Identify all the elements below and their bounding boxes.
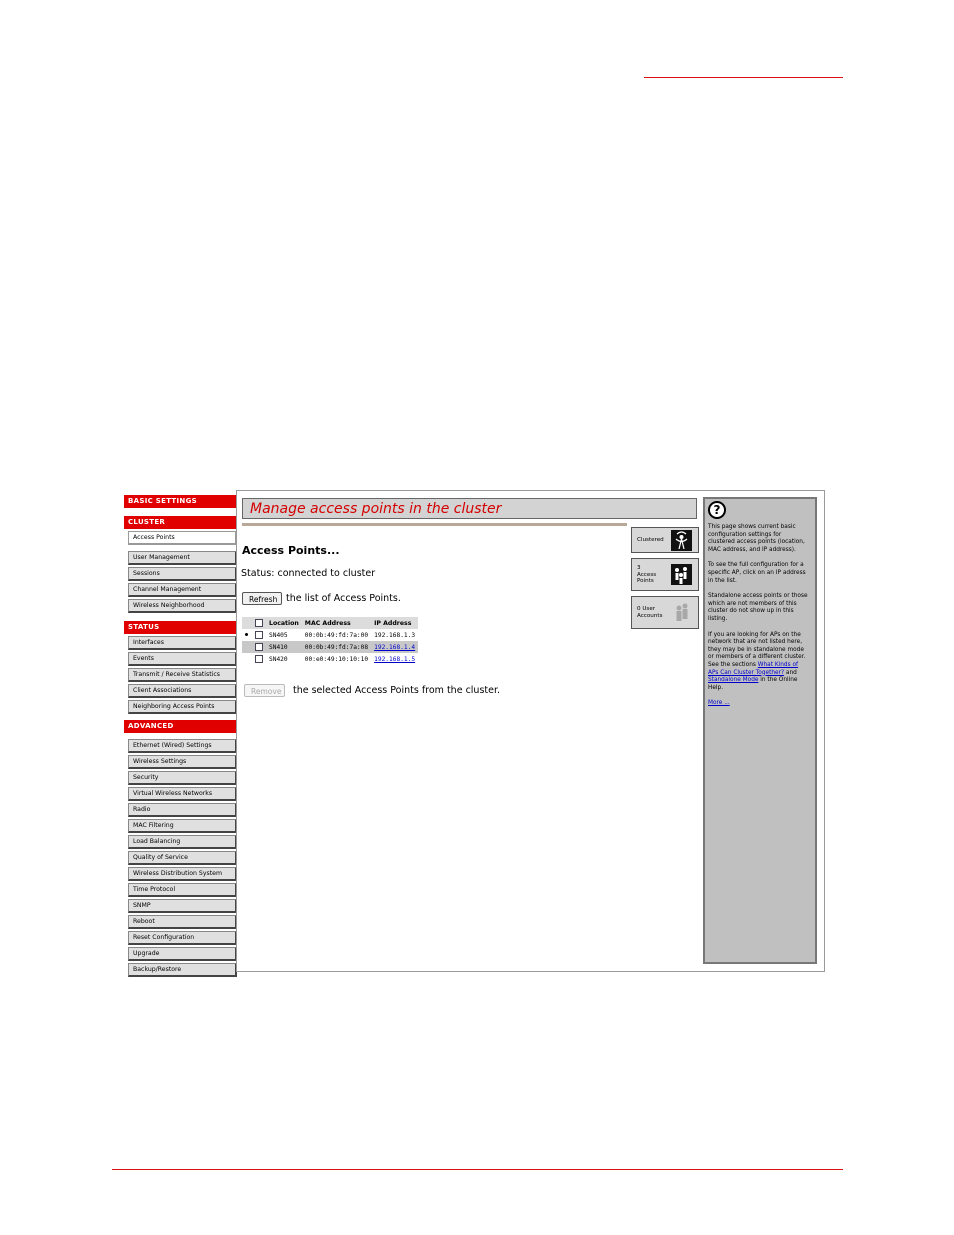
sidebar-item-client-associations[interactable]: Client Associations	[128, 684, 237, 698]
sidebar-item-radio[interactable]: Radio	[128, 803, 237, 817]
help-paragraph: This page shows current basic configurat…	[708, 524, 805, 553]
table-row: SN405 00:0b:49:fd:7a:00 192.168.1.3	[242, 629, 418, 641]
sidebar-item-sessions[interactable]: Sessions	[128, 567, 237, 581]
sidebar-item-wireless-neighborhood[interactable]: Wireless Neighborhood	[128, 599, 237, 613]
help-link-standalone-mode[interactable]: Standalone Mode	[708, 677, 758, 683]
help-more-link[interactable]: More ...	[708, 700, 730, 706]
access-points-label-1: Access	[637, 571, 657, 578]
sidebar-item-mac-filtering[interactable]: MAC Filtering	[128, 819, 237, 833]
page-title: Manage access points in the cluster	[250, 501, 502, 517]
access-points-table: Location MAC Address IP Address SN405 00…	[242, 617, 419, 665]
user-count-label: 0 User	[637, 606, 656, 612]
row-ip-address: 192.168.1.3	[374, 631, 416, 639]
sidebar-nav: BASIC SETTINGS CLUSTER Access Points Use…	[124, 495, 237, 979]
row-checkbox[interactable]	[255, 655, 263, 663]
sidebar-item-snmp[interactable]: SNMP	[128, 899, 237, 913]
remove-description: the selected Access Points from the clus…	[293, 685, 501, 696]
section-heading: Access Points...	[242, 544, 340, 557]
row-location: SN405	[269, 631, 288, 639]
row-checkbox[interactable]	[255, 643, 263, 651]
sidebar-section-status[interactable]: STATUS	[124, 621, 237, 634]
help-paragraph: If you are looking for APs on the networ…	[708, 631, 806, 691]
row-ip-link[interactable]: 192.168.1.4	[374, 644, 415, 651]
sidebar-item-time-protocol[interactable]: Time Protocol	[128, 883, 237, 897]
sidebar-section-cluster[interactable]: CLUSTER	[124, 516, 237, 529]
column-header-ip-address: IP Address	[374, 619, 412, 627]
sidebar-item-access-points[interactable]: Access Points	[128, 531, 237, 545]
help-text: This page shows current basic configurat…	[708, 524, 808, 716]
table-row: SN410 00:0b:49:fd:7a:08 192.168.1.4	[242, 641, 419, 653]
footer-rule	[112, 1169, 843, 1170]
user-accounts-icon	[671, 602, 692, 623]
column-header-mac-address: MAC Address	[304, 619, 351, 627]
select-all-checkbox[interactable]	[255, 619, 263, 627]
row-ip-link[interactable]: 192.168.1.5	[374, 656, 415, 663]
sidebar-item-backup-restore[interactable]: Backup/Restore	[128, 963, 237, 977]
help-icon: ?	[708, 501, 726, 519]
row-mac-address: 00:0b:49:fd:7a:00	[304, 631, 369, 639]
sidebar-item-wireless-distribution-system[interactable]: Wireless Distribution System	[128, 867, 237, 881]
column-header-location: Location	[269, 619, 299, 627]
remove-button[interactable]: Remove	[244, 684, 285, 697]
title-divider	[242, 523, 627, 526]
row-checkbox[interactable]	[255, 631, 263, 639]
sidebar-item-security[interactable]: Security	[128, 771, 237, 785]
help-paragraph: To see the full configuration for a spec…	[708, 562, 806, 584]
refresh-button[interactable]: Refresh	[242, 592, 282, 605]
sidebar-item-ethernet-settings[interactable]: Ethernet (Wired) Settings	[128, 739, 237, 753]
sidebar-item-interfaces[interactable]: Interfaces	[128, 636, 237, 650]
user-accounts-label: Accounts	[637, 613, 663, 619]
sidebar-item-user-management[interactable]: User Management	[128, 551, 237, 565]
sidebar-section-basic-settings[interactable]: BASIC SETTINGS	[124, 495, 237, 508]
current-ap-bullet-icon	[245, 633, 248, 636]
help-paragraph: Standalone access points or those which …	[708, 593, 808, 622]
access-points-tile[interactable]: 3 Access Points	[631, 558, 699, 591]
sidebar-item-transmit-receive-statistics[interactable]: Transmit / Receive Statistics	[128, 668, 237, 682]
help-panel: ? This page shows current basic configur…	[703, 497, 817, 964]
refresh-description: the list of Access Points.	[286, 593, 401, 604]
row-mac-address: 00:e0:49:10:10:10	[304, 655, 369, 663]
cluster-status-text: Status: connected to cluster	[241, 568, 376, 579]
table-header-row: Location MAC Address IP Address	[242, 617, 419, 629]
user-accounts-tile[interactable]: 0 User Accounts	[631, 596, 699, 629]
clustered-tile[interactable]: Clustered	[631, 527, 699, 553]
sidebar-item-load-balancing[interactable]: Load Balancing	[128, 835, 237, 849]
table-row: SN420 00:e0:49:10:10:10 192.168.1.5	[242, 653, 418, 665]
sidebar-item-wireless-settings[interactable]: Wireless Settings	[128, 755, 237, 769]
sidebar-item-upgrade[interactable]: Upgrade	[128, 947, 237, 961]
sidebar-item-events[interactable]: Events	[128, 652, 237, 666]
row-location: SN420	[269, 655, 288, 663]
header-rule	[644, 77, 843, 78]
cluster-antenna-icon	[671, 530, 692, 551]
sidebar-item-channel-management[interactable]: Channel Management	[128, 583, 237, 597]
sidebar-item-neighboring-access-points[interactable]: Neighboring Access Points	[128, 700, 237, 714]
page-title-bar: Manage access points in the cluster	[242, 498, 697, 519]
sidebar-item-reboot[interactable]: Reboot	[128, 915, 237, 929]
access-points-group-icon	[671, 564, 692, 585]
row-location: SN410	[269, 643, 288, 651]
clustered-label: Clustered	[637, 537, 664, 543]
sidebar-item-virtual-wireless-networks[interactable]: Virtual Wireless Networks	[128, 787, 237, 801]
sidebar-item-quality-of-service[interactable]: Quality of Service	[128, 851, 237, 865]
sidebar-item-reset-configuration[interactable]: Reset Configuration	[128, 931, 237, 945]
access-points-label-2: Points	[637, 578, 654, 584]
access-points-count: 3	[637, 565, 641, 571]
sidebar-section-advanced[interactable]: ADVANCED	[124, 720, 237, 733]
row-mac-address: 00:0b:49:fd:7a:08	[304, 643, 369, 651]
